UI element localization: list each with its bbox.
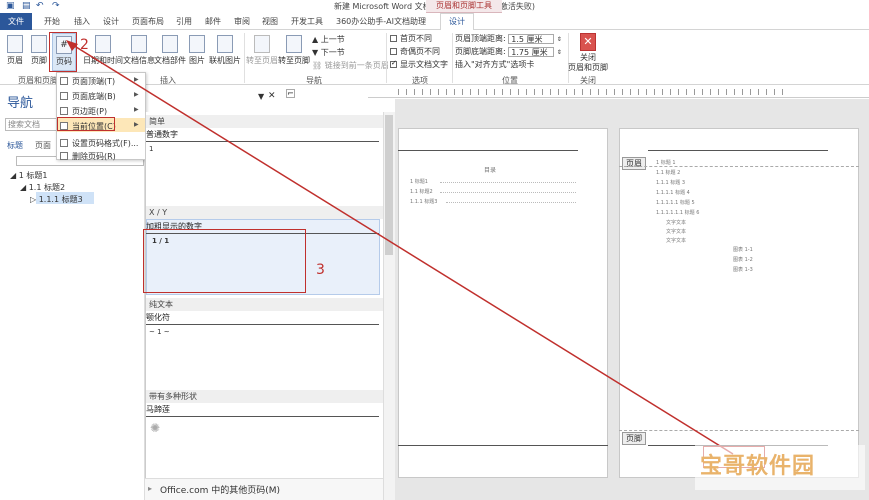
arrow-head xyxy=(66,40,78,51)
arrow-line xyxy=(67,41,734,455)
site-watermark: 宝哥软件园 xyxy=(700,454,816,479)
word-window: 新建 Microsoft Word 文档.docx - Word(产品激活失败)… xyxy=(0,0,869,500)
annotation-arrow xyxy=(66,40,734,455)
